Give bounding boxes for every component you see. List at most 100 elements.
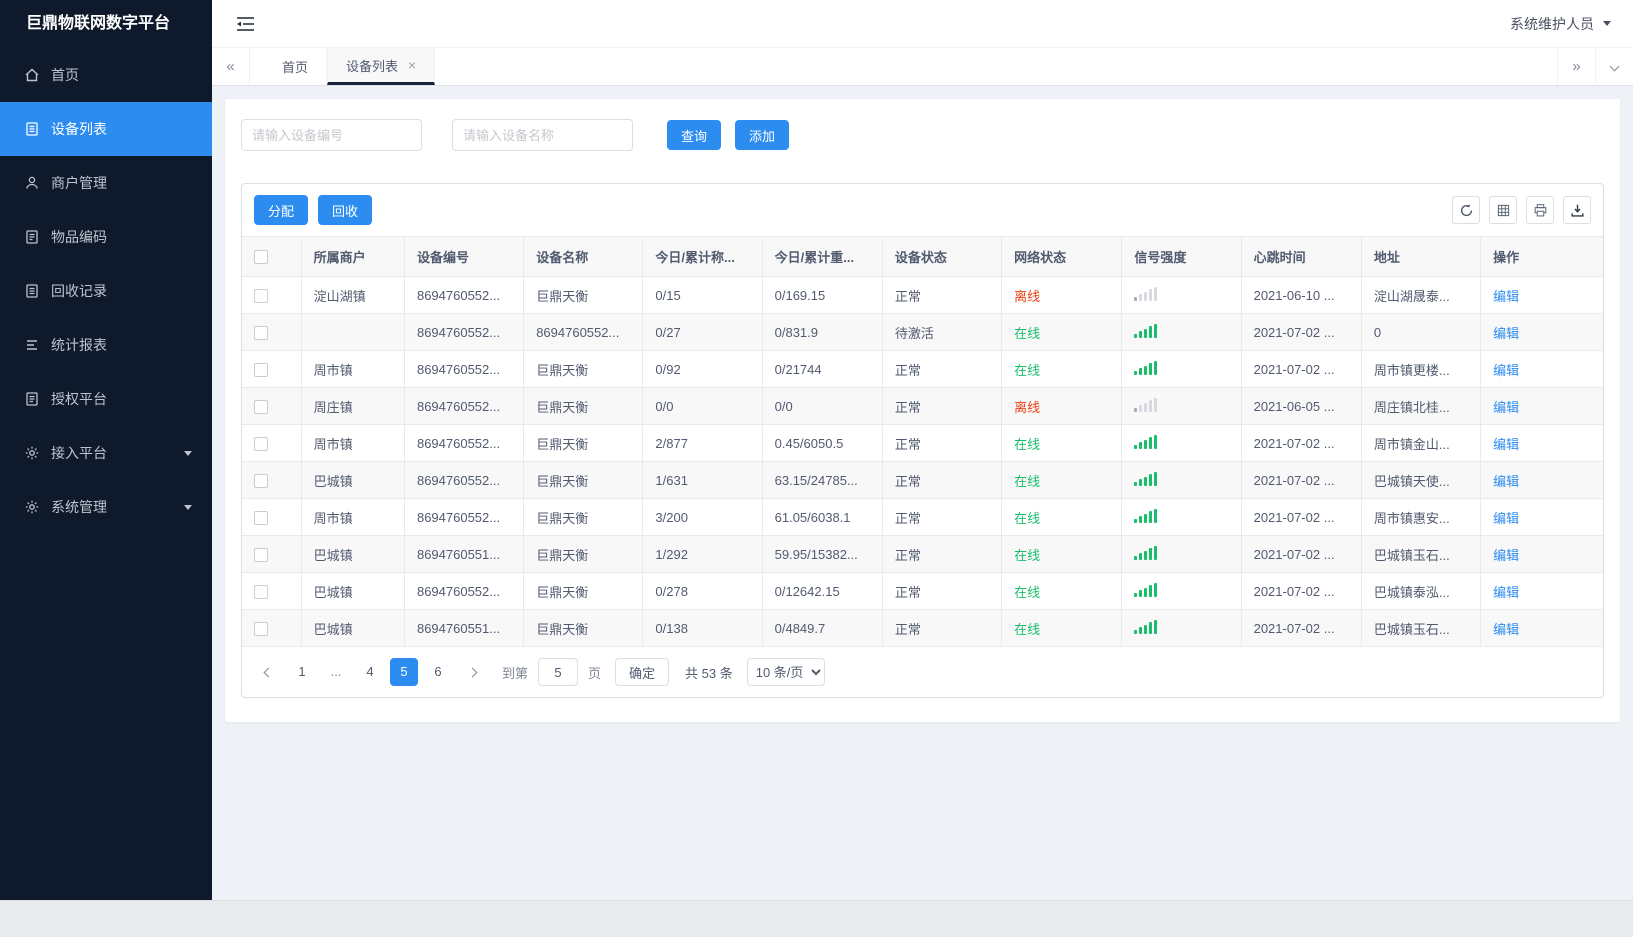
table-row: 8694760552... 8694760552... 0/27 0/831.9… xyxy=(242,313,1603,351)
cell-heartbeat: 2021-07-02 ... xyxy=(1241,350,1362,388)
sidebar-item-system-management[interactable]: 系统管理 xyxy=(0,480,212,534)
edit-link[interactable]: 编辑 xyxy=(1493,474,1519,489)
column-header-today-weight: 今日/累计重... xyxy=(762,236,883,277)
cell-merchant: 巴城镇 xyxy=(301,461,405,499)
row-checkbox[interactable] xyxy=(254,325,268,340)
tab-device-list[interactable]: 设备列表 × xyxy=(327,48,436,85)
sidebar: 巨鼎物联网数字平台 首页 设备列表 商户管理 物品编码 回收记录 统计报表 授权… xyxy=(0,0,212,900)
page-unit-label: 页 xyxy=(588,665,602,681)
app-title: 巨鼎物联网数字平台 xyxy=(26,15,171,32)
cell-network-status: 离线 xyxy=(1001,387,1123,425)
sidebar-item-recycle-records[interactable]: 回收记录 xyxy=(0,264,212,318)
cell-heartbeat: 2021-07-02 ... xyxy=(1241,498,1362,536)
sidebar-item-merchant-management[interactable]: 商户管理 xyxy=(0,156,212,210)
sidebar-item-item-coding[interactable]: 物品编码 xyxy=(0,210,212,264)
row-checkbox[interactable] xyxy=(254,436,268,451)
query-button[interactable]: 查询 xyxy=(667,120,722,150)
goto-confirm-button[interactable]: 确定 xyxy=(615,658,670,686)
export-button[interactable] xyxy=(1563,196,1591,224)
cell-heartbeat: 2021-07-02 ... xyxy=(1241,461,1362,499)
tabs-scroll-right-button[interactable]: » xyxy=(1557,48,1595,85)
pagination-next-button[interactable] xyxy=(458,658,486,686)
tab-home[interactable]: 首页 xyxy=(264,48,328,85)
sidebar-item-authorization-platform[interactable]: 授权平台 xyxy=(0,372,212,426)
column-header-network-status: 网络状态 xyxy=(1001,236,1123,277)
cell-signal xyxy=(1121,609,1242,647)
edit-link[interactable]: 编辑 xyxy=(1493,437,1519,452)
row-checkbox[interactable] xyxy=(254,510,268,525)
user-menu[interactable]: 系统维护人员 xyxy=(1510,14,1611,34)
pagination-page-6[interactable]: 6 xyxy=(424,658,452,686)
cell-merchant: 巴城镇 xyxy=(301,535,405,573)
edit-link[interactable]: 编辑 xyxy=(1493,548,1519,563)
cell-heartbeat: 2021-07-02 ... xyxy=(1241,609,1362,647)
cell-heartbeat: 2021-06-10 ... xyxy=(1241,276,1362,314)
edit-link[interactable]: 编辑 xyxy=(1493,326,1519,341)
row-checkbox[interactable] xyxy=(254,584,268,599)
row-checkbox[interactable] xyxy=(254,362,268,377)
pagination-page-5[interactable]: 5 xyxy=(390,658,418,686)
refresh-button[interactable] xyxy=(1452,196,1480,224)
table-row: 淀山湖镇 8694760552... 巨鼎天衡 0/15 0/169.15 正常… xyxy=(242,276,1603,314)
edit-link[interactable]: 编辑 xyxy=(1493,622,1519,637)
sidebar-item-label: 物品编码 xyxy=(51,229,107,245)
sidebar-item-statistics-report[interactable]: 统计报表 xyxy=(0,318,212,372)
signal-strength-icon xyxy=(1134,508,1158,523)
pagination-page-1[interactable]: 1 xyxy=(288,658,316,686)
recycle-button[interactable]: 回收 xyxy=(318,195,373,225)
tab-label: 首页 xyxy=(282,60,309,75)
row-checkbox[interactable] xyxy=(254,621,268,636)
print-button[interactable] xyxy=(1526,196,1554,224)
add-button[interactable]: 添加 xyxy=(735,120,790,150)
menu-fold-icon[interactable] xyxy=(236,16,255,32)
select-all-checkbox[interactable] xyxy=(254,250,268,265)
sidebar-item-device-list[interactable]: 设备列表 xyxy=(0,102,212,156)
device-table: 所属商户 设备编号 设备名称 今日/累计称... 今日/累计重... 设备状态 … xyxy=(242,236,1603,647)
goto-page-label: 到第 xyxy=(502,665,529,681)
edit-link[interactable]: 编辑 xyxy=(1493,585,1519,600)
table-body: 淀山湖镇 8694760552... 巨鼎天衡 0/15 0/169.15 正常… xyxy=(242,276,1603,647)
sidebar-item-label: 授权平台 xyxy=(51,391,107,407)
cell-merchant: 周庄镇 xyxy=(301,387,405,425)
sidebar-menu: 首页 设备列表 商户管理 物品编码 回收记录 统计报表 授权平台 接入平台 系统… xyxy=(0,48,212,534)
cell-today-weight: 59.95/15382... xyxy=(762,535,883,573)
gear-icon xyxy=(24,445,40,461)
cell-device-no: 8694760552... xyxy=(404,350,525,388)
assign-button[interactable]: 分配 xyxy=(254,195,309,225)
cell-today-count: 1/631 xyxy=(642,461,763,499)
cell-heartbeat: 2021-07-02 ... xyxy=(1241,572,1362,610)
cell-address: 周庄镇北桂... xyxy=(1361,387,1482,425)
page-size-select[interactable]: 10 条/页 xyxy=(746,658,825,686)
edit-link[interactable]: 编辑 xyxy=(1493,511,1519,526)
columns-grid-button[interactable] xyxy=(1489,196,1517,224)
cell-signal xyxy=(1121,498,1242,536)
edit-link[interactable]: 编辑 xyxy=(1493,400,1519,415)
row-checkbox[interactable] xyxy=(254,288,268,303)
cell-today-weight: 0/169.15 xyxy=(762,276,883,314)
pagination-page-4[interactable]: 4 xyxy=(356,658,384,686)
app-root: 巨鼎物联网数字平台 首页 设备列表 商户管理 物品编码 回收记录 统计报表 授权… xyxy=(0,0,1633,900)
sidebar-item-access-platform[interactable]: 接入平台 xyxy=(0,426,212,480)
tabs-dropdown-button[interactable] xyxy=(1595,48,1633,85)
pagination-prev-button[interactable] xyxy=(254,658,282,686)
cell-device-no: 8694760552... xyxy=(404,498,525,536)
user-name: 系统维护人员 xyxy=(1510,15,1594,32)
cell-address: 周市镇金山... xyxy=(1361,424,1482,462)
row-checkbox[interactable] xyxy=(254,473,268,488)
column-header-today-count: 今日/累计称... xyxy=(642,236,763,277)
cell-address: 周市镇更楼... xyxy=(1361,350,1482,388)
cell-device-status: 正常 xyxy=(882,498,1003,536)
cell-network-status: 在线 xyxy=(1001,313,1123,351)
cell-address: 巴城镇玉石... xyxy=(1361,609,1482,647)
edit-link[interactable]: 编辑 xyxy=(1493,363,1519,378)
cell-address: 周市镇惠安... xyxy=(1361,498,1482,536)
edit-link[interactable]: 编辑 xyxy=(1493,289,1519,304)
device-name-input[interactable] xyxy=(452,119,633,151)
sidebar-item-home[interactable]: 首页 xyxy=(0,48,212,102)
close-tab-icon[interactable]: × xyxy=(408,58,416,72)
goto-page-input[interactable] xyxy=(538,658,579,686)
row-checkbox[interactable] xyxy=(254,399,268,414)
row-checkbox[interactable] xyxy=(254,547,268,562)
tabs-scroll-left-button[interactable]: « xyxy=(212,48,250,85)
device-no-input[interactable] xyxy=(241,119,422,151)
